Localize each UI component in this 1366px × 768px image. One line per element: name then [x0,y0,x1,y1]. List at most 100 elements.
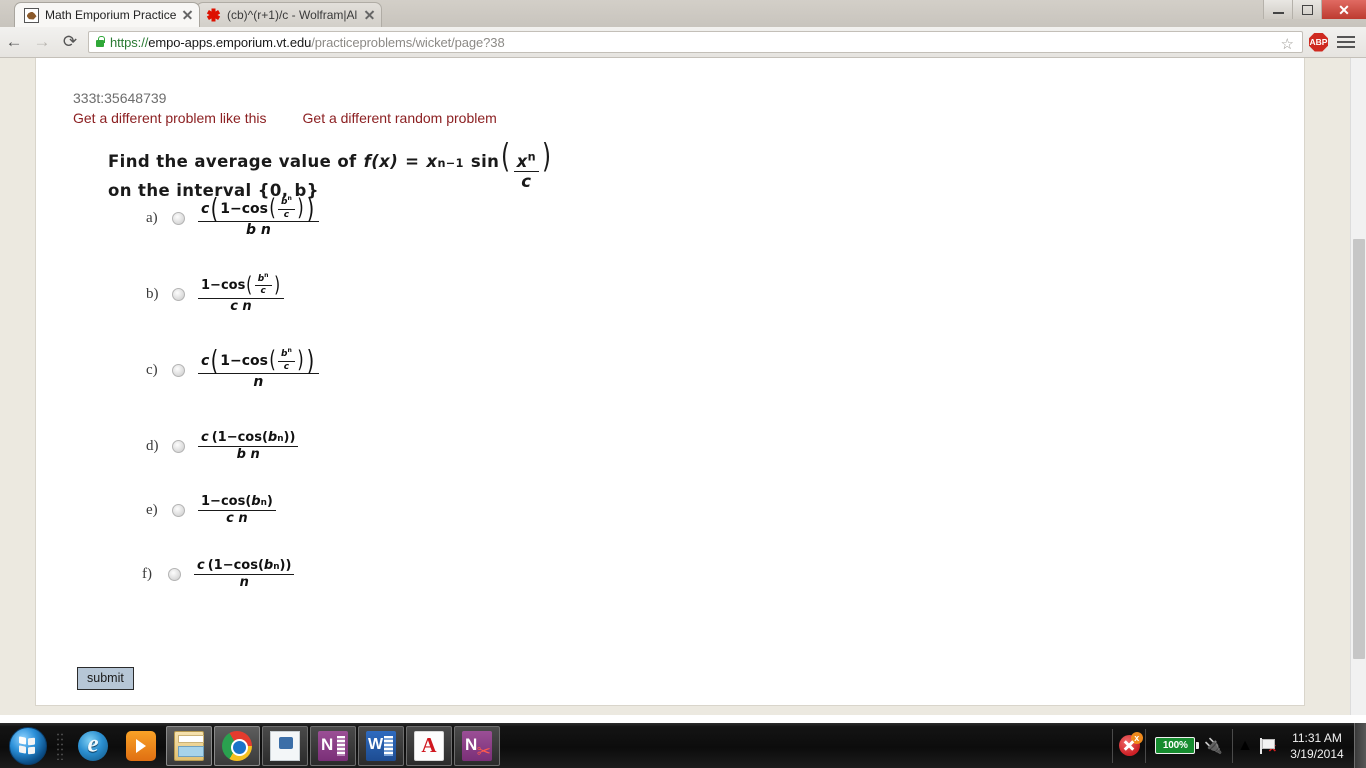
tray-overflow-button[interactable]: ▲ [1236,729,1254,763]
option-letter: e) [146,501,158,518]
option-radio-e[interactable] [172,503,185,517]
denominator: c n [230,298,252,314]
page-outer-frame: 333t:35648739 Get a different problem li… [18,58,1318,715]
url-path: /practiceproblems/wicket/page?38 [311,34,505,50]
arg-num-base: x [516,152,528,171]
reload-button[interactable]: ⟳ [56,28,84,56]
clock-date: 3/19/2014 [1290,746,1344,761]
window-controls: ✕ [1263,0,1366,20]
chrome-browser-window: Math Emporium Practice P (cb)^(r+1)/c - … [0,0,1366,715]
back-button[interactable]: ← [0,28,28,56]
url-scheme: https:// [110,34,149,50]
option-c[interactable]: c) c ( 1−cos ( bn c)) n [146,346,320,393]
option-radio-a[interactable] [172,211,185,225]
frac-den: c [283,361,290,372]
inner-lead: 1−cos [220,200,268,217]
hamburger-menu-icon[interactable] [1334,33,1358,51]
inner-lead: (1−cos( [211,429,268,445]
hokiebird-icon [23,7,39,23]
option-e[interactable]: e) 1−cos( bn ) c n [146,487,277,533]
forward-button[interactable]: → [28,28,56,56]
address-bar[interactable]: https://empo-apps.emporium.vt.edu/practi… [88,31,1303,53]
option-radio-f[interactable] [168,567,181,581]
taskbar-intel-appup[interactable] [262,725,308,766]
option-letter: c) [146,361,158,378]
network-flag-icon[interactable]: ✕ [1254,729,1280,763]
minimize-button[interactable] [1263,0,1292,19]
option-radio-b[interactable] [172,287,185,301]
num-lead: c [201,200,210,217]
frac-num-exp: n [287,195,292,203]
taskbar-windows-media-player[interactable] [118,726,164,766]
option-letter: f) [142,565,152,582]
arg-den: c [521,172,532,192]
close-icon[interactable] [363,8,377,22]
taskbar-microsoft-onenote[interactable] [310,725,356,766]
taskbar-clock[interactable]: 11:31 AM 3/19/2014 [1280,730,1354,762]
open-paren: ( [501,136,511,175]
arg-num-exp: n [527,150,536,164]
option-d[interactable]: d) c (1−cos( bn )) b n [146,423,299,469]
page-scrollbar[interactable] [1350,58,1366,715]
num-tail: ) [266,493,273,509]
denominator: n [239,574,249,590]
battery-icon: 100% [1155,737,1200,754]
denominator: b n [236,446,260,462]
battery-percent: 100% [1162,740,1188,751]
frac-den: c [260,286,266,297]
taskbar-onenote-snipping-tool[interactable]: ✂ [454,725,500,766]
onenote-snipping-tool-icon: ✂ [462,730,492,761]
tab-strip: Math Emporium Practice P (cb)^(r+1)/c - … [0,0,1366,27]
submit-button[interactable]: submit [77,667,134,690]
alert-badge: x [1130,732,1143,744]
option-expression-d: c (1−cos( bn )) b n [197,431,299,461]
option-radio-c[interactable] [172,363,185,377]
inner-lead: (1−cos( [207,557,264,573]
tray-alert-icon[interactable]: x [1116,729,1143,763]
num-lead: c [197,557,205,573]
browser-tab-math-emporium[interactable]: Math Emporium Practice P [14,2,200,27]
close-icon[interactable] [181,8,195,22]
get-different-random-problem-link[interactable]: Get a different random problem [303,110,497,126]
frac-num-exp: n [287,347,292,355]
windows-start-orb-icon [9,726,47,765]
taskbar-grip [56,731,65,760]
option-radio-d[interactable] [172,439,185,453]
option-b[interactable]: b) 1−cos ( bn c) c n [146,271,285,317]
close-window-button[interactable]: ✕ [1321,0,1366,19]
question-id: 333t:35648739 [73,90,167,106]
taskbar-windows-explorer[interactable] [166,725,212,766]
get-different-problem-like-this-link[interactable]: Get a different problem like this [73,110,267,126]
taskbar-adobe-reader[interactable] [406,725,452,766]
microsoft-onenote-icon [318,730,348,761]
scrollbar-thumb[interactable] [1353,239,1365,659]
page-viewport: 333t:35648739 Get a different problem li… [0,58,1366,715]
option-expression-a: c ( 1−cos ( bn c ) ) b n [197,194,320,238]
inner-lead: 1−cos [220,352,268,369]
adblock-plus-icon[interactable]: ABP [1309,32,1328,52]
battery-indicator[interactable]: 100% 🔌 [1149,729,1229,763]
num-tail: )) [283,429,296,445]
option-f[interactable]: f) c (1−cos( bn )) n [142,551,295,597]
windows-explorer-icon [174,730,204,761]
option-expression-e: 1−cos( bn ) c n [197,495,277,525]
maximize-restore-button[interactable] [1292,0,1321,19]
browser-tab-wolfram-alpha[interactable]: (cb)^(r+1)/c - Wolfram|Al [196,2,382,27]
option-expression-c: c ( 1−cos ( bn c ) ) n [197,346,320,390]
taskbar-microsoft-word[interactable] [358,725,404,766]
equals-sign: = [405,152,420,171]
tab-title: (cb)^(r+1)/c - Wolfram|Al [227,8,358,22]
intel-appup-icon [270,730,300,761]
taskbar-google-chrome[interactable] [214,725,260,766]
option-letter: b) [146,285,159,302]
option-a[interactable]: a) c ( 1−cos ( bn c)) b n [146,194,320,241]
windows-media-player-icon [126,730,156,761]
num-lead: c [201,429,209,445]
num-tail: )) [279,557,292,573]
taskbar-internet-explorer[interactable] [70,726,116,766]
show-desktop-button[interactable] [1354,723,1366,768]
num-lead: c [201,352,210,369]
start-button[interactable] [2,724,54,767]
bookmark-star-icon[interactable]: ☆ [1281,35,1294,53]
